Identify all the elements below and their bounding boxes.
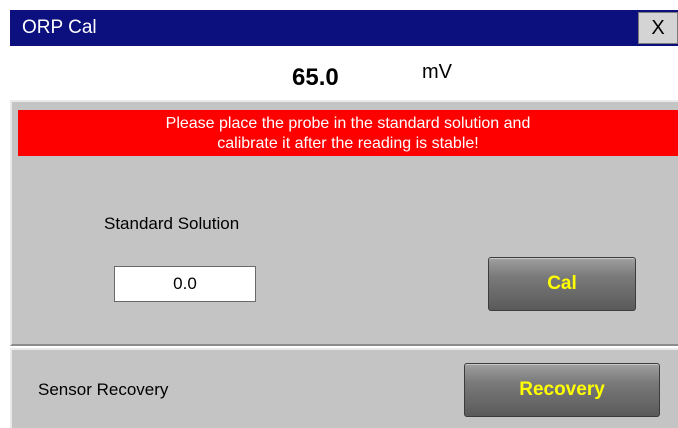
sensor-recovery-panel: Sensor Recovery Recovery	[10, 348, 678, 428]
standard-solution-input[interactable]: 0.0	[114, 266, 256, 302]
title-bar: ORP Cal X	[10, 10, 678, 46]
sensor-recovery-label: Sensor Recovery	[38, 380, 169, 399]
cal-button[interactable]: Cal	[488, 257, 636, 311]
reading-unit: mV	[422, 61, 452, 83]
recovery-button[interactable]: Recovery	[464, 363, 660, 417]
window-title: ORP Cal	[22, 17, 97, 38]
standard-solution-label: Standard Solution	[104, 214, 240, 233]
reading-value: 65.0	[292, 64, 339, 91]
calibration-panel: Please place the probe in the standard s…	[10, 100, 678, 346]
warning-banner: Please place the probe in the standard s…	[18, 110, 678, 156]
warning-line-1: Please place the probe in the standard s…	[165, 115, 531, 132]
reading-display: 65.0 mV	[10, 46, 678, 100]
close-button[interactable]: X	[638, 12, 678, 44]
warning-line-2: calibrate it after the reading is stable…	[217, 135, 479, 152]
